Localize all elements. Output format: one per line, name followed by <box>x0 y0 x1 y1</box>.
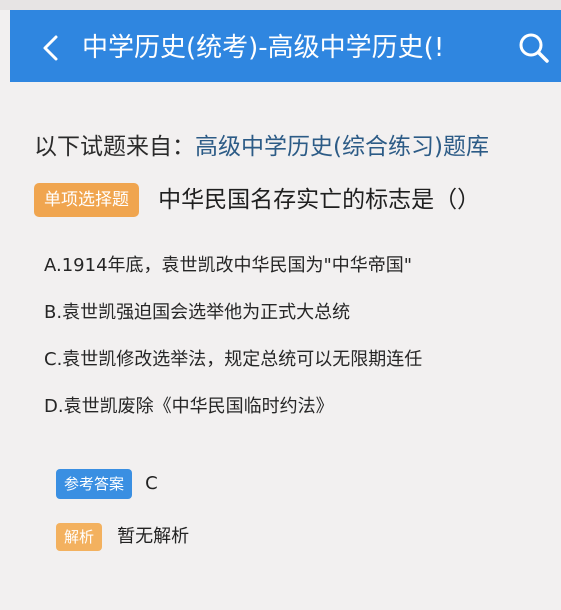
option-d[interactable]: D.袁世凯废除《中华民国临时约法》 <box>44 394 544 419</box>
status-bar-edge <box>0 0 561 10</box>
answer-badge: 参考答案 <box>56 469 133 499</box>
question-source: 以下试题来自：高级中学历史(综合练习)题库 <box>34 130 489 164</box>
analysis-value: 暂无解析 <box>117 526 190 547</box>
analysis-badge: 解析 <box>56 523 103 551</box>
page-title: 中学历史(统考)-高级中学历史(! <box>82 33 445 63</box>
source-label: 以下试题来自： <box>34 134 195 160</box>
option-b[interactable]: B.袁世凯强迫国会选举他为正式大总统 <box>44 300 544 325</box>
option-c[interactable]: C.袁世凯修改选举法，规定总统可以无限期连任 <box>44 347 544 372</box>
search-icon[interactable] <box>516 30 552 66</box>
source-bank-link[interactable]: 高级中学历史(综合练习)题库 <box>195 134 489 160</box>
analysis-row: 解析 暂无解析 <box>56 523 189 551</box>
answer-row: 参考答案 C <box>56 469 158 499</box>
app-header: 中学历史(统考)-高级中学历史(! <box>10 10 561 82</box>
answer-value: C <box>145 473 158 494</box>
question-type-badge: 单项选择题 <box>34 183 139 217</box>
chevron-left-icon[interactable] <box>38 34 66 62</box>
option-list: A.1914年底，袁世凯改中华民国为"中华帝国" B.袁世凯强迫国会选举他为正式… <box>44 253 544 441</box>
question-header: 单项选择题 中华民国名存实亡的标志是（） <box>34 183 480 219</box>
option-a[interactable]: A.1914年底，袁世凯改中华民国为"中华帝国" <box>44 253 544 278</box>
question-text: 中华民国名存实亡的标志是（） <box>158 187 481 213</box>
